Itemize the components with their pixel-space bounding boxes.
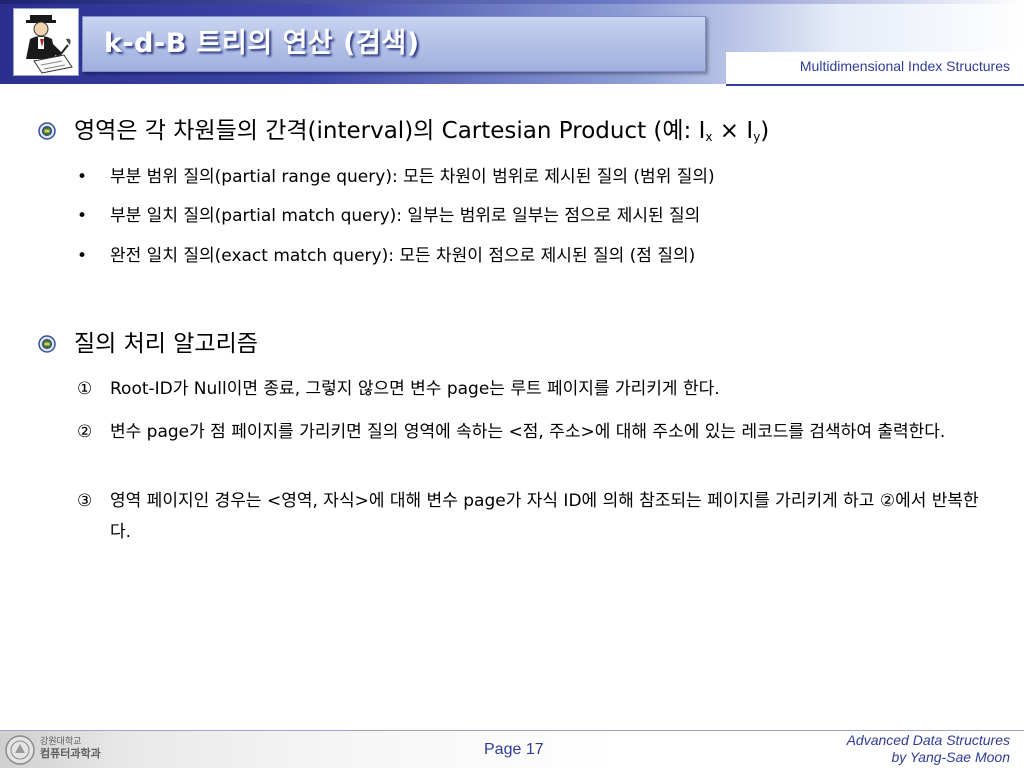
bullet-algorithm-text: 질의 처리 알고리즘 xyxy=(74,331,258,357)
university-name: 강원대학교 컴퓨터과학과 xyxy=(40,736,101,760)
slide-title: k-d-B 트리의 연산 (검색) xyxy=(104,28,420,59)
bullet-dot: • xyxy=(77,246,88,266)
bullet-dot: • xyxy=(77,167,88,187)
university-emblem-icon xyxy=(38,335,56,353)
page-number: Page 17 xyxy=(484,741,544,758)
university-emblem-icon xyxy=(38,122,56,140)
step-number: ① xyxy=(77,379,93,399)
author-name: by Yang-Sae Moon xyxy=(891,749,1010,765)
step-text: 영역 페이지인 경우는 <영역, 자식>에 대해 변수 page가 자식 ID에… xyxy=(110,491,979,542)
step-number: ③ xyxy=(77,491,93,511)
sub-bullet-text: 완전 일치 질의(exact match query): 모든 차원이 점으로 … xyxy=(110,246,696,266)
writer-illustration-icon xyxy=(13,8,79,76)
step-text: 변수 page가 점 페이지를 가리키면 질의 영역에 속하는 <점, 주소>에… xyxy=(110,422,946,442)
step-number: ② xyxy=(77,422,93,442)
bullet-region-text: 영역은 각 차원들의 간격(interval)의 Cartesian Produ… xyxy=(74,118,770,144)
bullet-dot: • xyxy=(77,206,88,226)
sub-bullet-text: 부분 범위 질의(partial range query): 모든 차원이 범위… xyxy=(110,167,715,187)
footer-credit: Advanced Data Structures by Yang-Sae Moo… xyxy=(847,732,1010,766)
header-divider xyxy=(726,84,1024,86)
header-top-band xyxy=(0,0,1024,4)
step-text: Root-ID가 Null이면 종료, 그렇지 않으면 변수 page는 루트 … xyxy=(110,379,720,399)
university-line-2: 컴퓨터과학과 xyxy=(40,747,101,760)
sub-bullet-text: 부분 일치 질의(partial match query): 일부는 범위로 일… xyxy=(110,206,701,226)
course-title: Advanced Data Structures xyxy=(846,732,1010,748)
slide-subtitle: Multidimensional Index Structures xyxy=(799,58,1010,74)
university-seal-icon xyxy=(5,735,35,765)
